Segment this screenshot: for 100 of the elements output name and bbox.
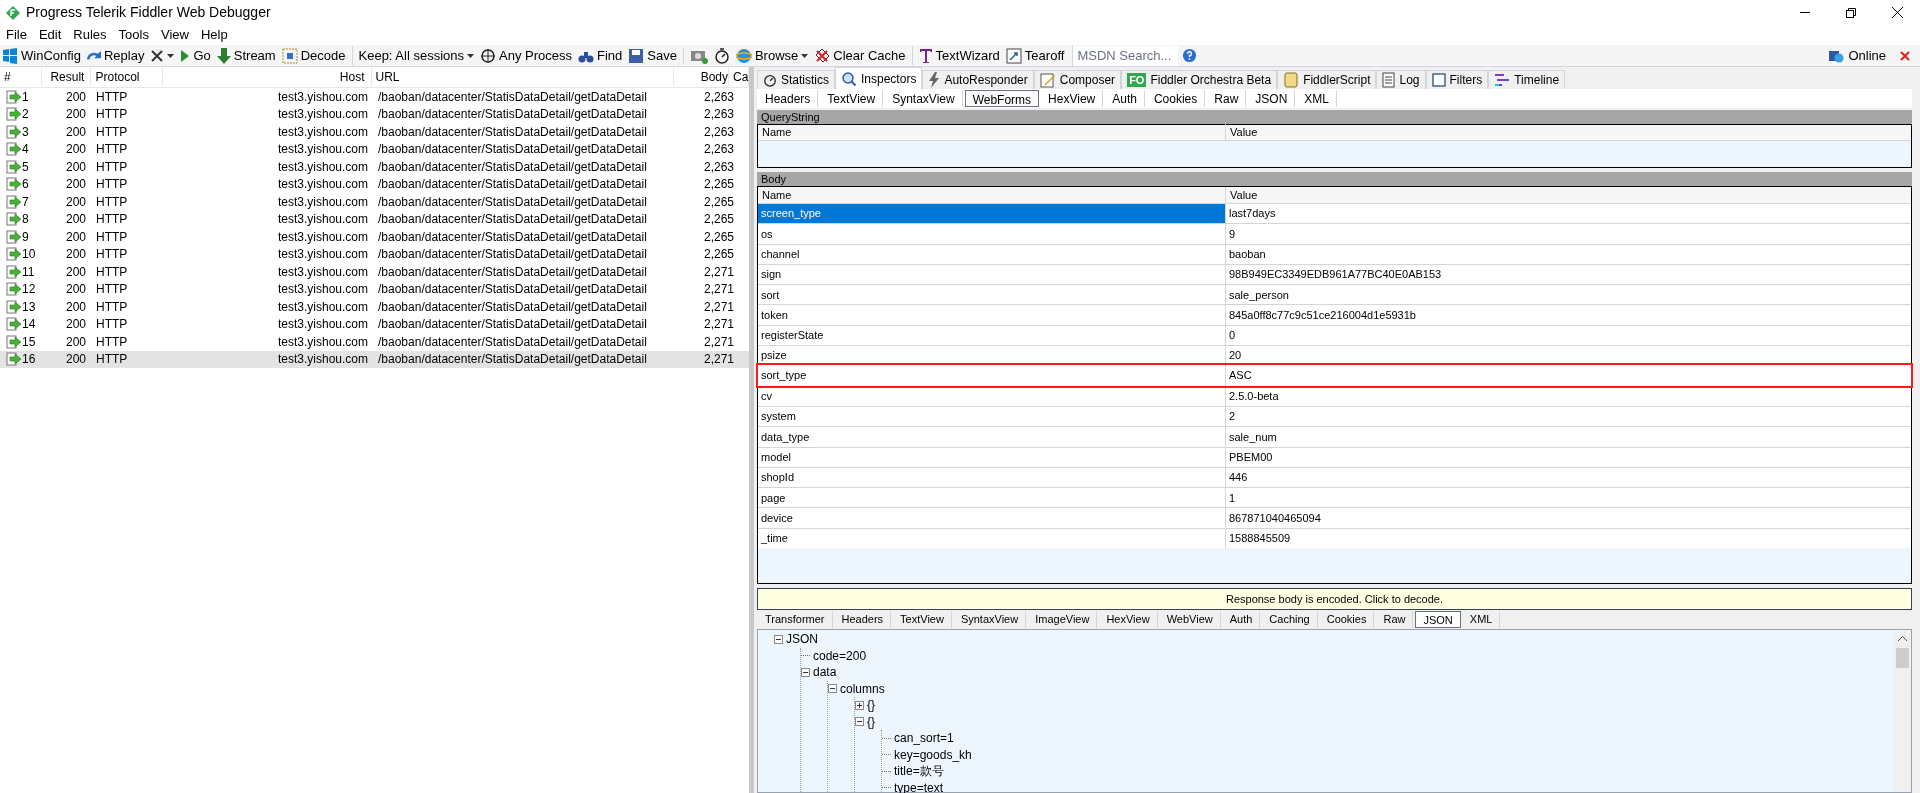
table-cell[interactable]: os [758,224,1226,244]
tab[interactable]: WebForms [964,90,1040,107]
tab[interactable]: FiddlerScript [1277,70,1377,89]
table-cell[interactable]: device [758,508,1226,528]
table-cell-text: 2,263 [702,123,734,141]
toolbar-button[interactable]: Decode [281,45,346,66]
tab[interactable]: SyntaxView [953,611,1027,628]
tab[interactable]: Cookies [1146,90,1206,107]
tab[interactable]: Transformer [758,611,833,628]
collapse-icon[interactable] [855,717,864,727]
tab[interactable]: SyntaxView [885,90,963,107]
scrollbar[interactable] [1894,631,1911,792]
tab[interactable]: FO Fiddler Orchestra Beta [1121,70,1278,89]
toolbar-button[interactable]: Tearoff [1005,45,1065,66]
tree-node-label[interactable]: code=200 [813,646,867,665]
toolbar-button[interactable]: Save [628,45,677,66]
request-arrow-icon [6,317,21,332]
tree-node-label[interactable]: can_sort=1 [894,729,954,748]
search-field[interactable]: MSDN Search... [1072,45,1179,66]
scroll-up-icon[interactable] [1898,636,1907,642]
tree-node-label[interactable]: title=款号 [894,762,944,781]
menu-item[interactable]: Help [196,25,232,45]
toolbar-button[interactable]: Stream [216,45,276,66]
table-cell[interactable]: sort_type [758,365,1226,386]
tree-node-label[interactable]: {} [867,696,875,715]
tab[interactable]: Caching [1262,611,1318,628]
collapse-icon[interactable] [828,684,837,694]
help-icon[interactable] [1182,48,1198,63]
decode-notice-bar[interactable]: Response body is encoded. Click to decode. [757,588,1912,610]
toolbar-button[interactable]: Any Process [480,45,572,66]
toolbar-button[interactable] [150,48,175,63]
tab[interactable]: Cookies [1319,611,1375,628]
column-header[interactable]: # [0,68,42,86]
table-cell[interactable]: cv [758,386,1226,406]
tab[interactable]: TextView [820,90,884,107]
collapse-icon[interactable] [774,634,783,644]
menu-item[interactable]: Edit [34,25,66,45]
collapse-icon[interactable] [801,667,810,677]
tab[interactable]: Log [1376,70,1426,89]
stopwatch-icon [713,47,730,64]
tab[interactable]: Headers [834,611,892,628]
table-cell[interactable]: data_type [758,427,1226,447]
menu-item[interactable]: Rules [69,25,111,45]
request-arrow-icon [6,177,21,192]
column-header[interactable]: URL [371,68,675,86]
column-header[interactable]: Value [1226,186,1258,204]
tab[interactable]: Raw [1207,90,1247,107]
tab[interactable]: Timeline [1488,70,1566,89]
tab[interactable]: ImageView [1028,611,1098,628]
tab[interactable]: AutoResponder [922,70,1034,89]
tree-node-label[interactable]: {} [867,712,875,731]
toolbar-button[interactable] [713,47,730,64]
tab[interactable]: TextView [893,611,952,628]
table-cell[interactable]: channel [758,244,1226,264]
toolbar-button[interactable]: WinConfig [2,45,81,66]
column-header[interactable]: Value [1226,124,1258,141]
table-cell[interactable]: screen_type [758,204,1226,224]
tree-node-label[interactable]: JSON [786,630,818,649]
column-header[interactable]: Body [674,68,729,86]
tab[interactable]: Raw [1376,611,1414,628]
table-cell[interactable]: token [758,305,1226,325]
tab[interactable]: HexView [1099,611,1158,628]
toolbar-button[interactable]: Browse [735,45,809,66]
tab[interactable]: WebView [1159,611,1221,628]
tab[interactable]: JSON [1415,611,1461,628]
tab[interactable]: Filters [1425,70,1489,89]
toolbar-button[interactable]: Keep: All sessions [351,45,474,66]
tab[interactable]: Headers [758,90,819,107]
table-cell-text: test3.yishou.com [276,351,369,369]
close-icon[interactable] [1900,50,1910,61]
menu-item[interactable]: File [2,25,31,45]
tab[interactable]: JSON [1248,90,1296,107]
tab[interactable]: HexView [1041,90,1104,107]
tree-node-label[interactable]: columns [840,679,885,698]
tree-node-label[interactable]: key=goods_kh [894,745,972,764]
column-header[interactable]: Name [758,124,1226,141]
tab[interactable]: Auth [1105,90,1145,107]
scrollbar-thumb[interactable] [1896,648,1909,668]
window-title: Progress Telerik Fiddler Web Debugger [26,3,271,22]
column-header[interactable]: Host [162,68,372,86]
column-header[interactable]: Protocol [91,68,163,86]
table-cell[interactable]: model [758,447,1226,467]
toolbar-button[interactable]: TextWizard [911,45,1000,66]
tab[interactable]: Statistics [757,70,835,89]
column-header[interactable]: Result [41,68,92,86]
toolbar-button[interactable]: Find [578,45,623,66]
toolbar-button[interactable]: Go [180,45,211,66]
toolbar-button[interactable]: Replay [86,45,145,66]
tab[interactable]: XML [1462,611,1501,628]
expand-icon[interactable] [855,700,864,710]
column-header[interactable]: Ca [729,68,749,86]
tree-node-label[interactable]: data [813,663,837,682]
toolbar-button[interactable]: Clear Cache [814,45,906,66]
table-cell[interactable]: _time [758,528,1226,549]
tab[interactable]: Auth [1222,611,1261,628]
tab[interactable]: Composer [1033,70,1122,89]
tab[interactable]: Inspectors [835,67,923,89]
tab[interactable]: XML [1297,90,1337,107]
menu-item[interactable]: Tools [114,25,153,45]
menu-item[interactable]: View [156,25,193,45]
